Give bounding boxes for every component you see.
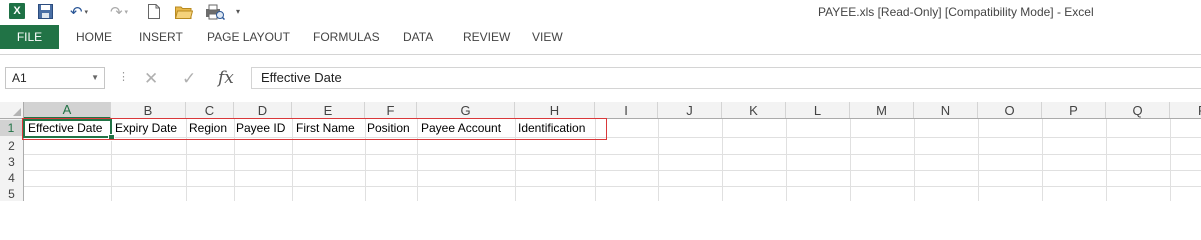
column-header-j[interactable]: J bbox=[658, 102, 722, 118]
tab-file[interactable]: FILE bbox=[0, 25, 59, 49]
gridline bbox=[0, 154, 1201, 155]
column-header-p[interactable]: P bbox=[1042, 102, 1106, 118]
new-document-icon[interactable] bbox=[147, 3, 161, 20]
column-header-b[interactable]: B bbox=[111, 102, 186, 118]
column-header-q[interactable]: Q bbox=[1106, 102, 1170, 118]
window-title: PAYEE.xls [Read-Only] [Compatibility Mod… bbox=[818, 5, 1094, 19]
select-all-triangle-icon bbox=[13, 108, 21, 116]
formula-bar-grip-icon[interactable]: ⋮ bbox=[118, 70, 129, 83]
column-header-g[interactable]: G bbox=[417, 102, 515, 118]
insert-function-icon[interactable]: fx bbox=[218, 68, 234, 88]
row-header-1[interactable]: 1 bbox=[0, 120, 24, 136]
column-header-e[interactable]: E bbox=[292, 102, 365, 118]
column-header-k[interactable]: K bbox=[722, 102, 786, 118]
column-header-o[interactable]: O bbox=[978, 102, 1042, 118]
row-header-3[interactable]: 3 bbox=[0, 154, 23, 170]
excel-logo-icon[interactable]: X bbox=[9, 3, 25, 19]
formula-input[interactable]: Effective Date bbox=[251, 67, 1201, 89]
column-header-f[interactable]: F bbox=[365, 102, 417, 118]
header-row-highlight bbox=[22, 118, 607, 140]
tab-formulas[interactable]: FORMULAS bbox=[313, 25, 380, 49]
row-header-4[interactable]: 4 bbox=[0, 170, 23, 186]
tab-view[interactable]: VIEW bbox=[532, 25, 563, 49]
column-header-i[interactable]: I bbox=[595, 102, 658, 118]
tab-data[interactable]: DATA bbox=[403, 25, 433, 49]
tab-home[interactable]: HOME bbox=[76, 25, 112, 49]
name-box-value: A1 bbox=[12, 71, 27, 85]
redo-icon[interactable]: ↷ ▾ bbox=[108, 3, 130, 21]
customize-toolbar-icon[interactable]: ▾ bbox=[233, 3, 243, 20]
column-header-m[interactable]: M bbox=[850, 102, 914, 118]
select-all-button[interactable] bbox=[0, 102, 24, 119]
print-preview-icon[interactable] bbox=[205, 3, 225, 20]
ribbon-tab-bar: FILE HOME INSERT PAGE LAYOUT FORMULAS DA… bbox=[0, 25, 1201, 49]
row-header-2[interactable]: 2 bbox=[0, 138, 23, 154]
save-icon[interactable] bbox=[38, 3, 53, 20]
quick-access-toolbar: X ↶ ▾ ↷ ▾ ▾ PAYEE.xls [Read-Only] [Compati… bbox=[0, 0, 1201, 24]
tab-insert[interactable]: INSERT bbox=[139, 25, 183, 49]
gridline bbox=[0, 170, 1201, 171]
confirm-entry-icon[interactable]: ✓ bbox=[182, 69, 196, 89]
row-header-5[interactable]: 5 bbox=[0, 186, 23, 201]
worksheet-grid[interactable]: A B C D E F G H I J K L M N O P Q R 1 2 … bbox=[0, 102, 1201, 201]
undo-icon[interactable]: ↶ ▾ bbox=[68, 3, 90, 21]
tab-page-layout[interactable]: PAGE LAYOUT bbox=[207, 25, 290, 49]
tab-review[interactable]: REVIEW bbox=[463, 25, 510, 49]
formula-bar: A1 ▼ ⋮ ✕ ✓ fx Effective Date bbox=[0, 55, 1201, 102]
name-box[interactable]: A1 ▼ bbox=[5, 67, 105, 89]
gridline bbox=[0, 186, 1201, 187]
open-folder-icon[interactable] bbox=[175, 3, 193, 20]
column-header-d[interactable]: D bbox=[234, 102, 292, 118]
column-header-h[interactable]: H bbox=[515, 102, 595, 118]
chevron-down-icon[interactable]: ▼ bbox=[91, 68, 99, 88]
column-header-l[interactable]: L bbox=[786, 102, 850, 118]
column-header-c[interactable]: C bbox=[186, 102, 234, 118]
column-header-r[interactable]: R bbox=[1170, 102, 1201, 118]
column-header-n[interactable]: N bbox=[914, 102, 978, 118]
cancel-entry-icon[interactable]: ✕ bbox=[144, 69, 158, 89]
column-header-a[interactable]: A bbox=[24, 102, 111, 119]
